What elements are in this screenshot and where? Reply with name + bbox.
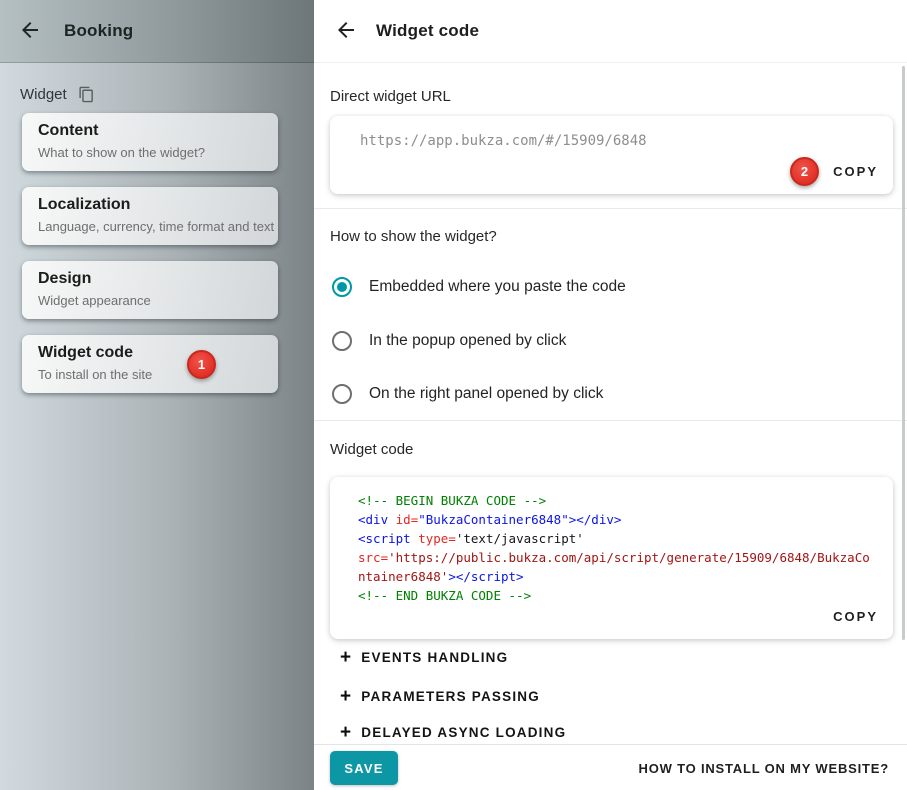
widget-settings-screen: Booking Widget Content What to show on t… bbox=[0, 0, 907, 790]
card-subtitle: Language, currency, time format and text bbox=[38, 219, 274, 234]
plus-icon: + bbox=[340, 690, 352, 704]
code-token: ></div> bbox=[569, 512, 622, 527]
code-line: <!-- BEGIN BUKZA CODE --> bbox=[358, 491, 881, 510]
save-button[interactable]: SAVE bbox=[330, 751, 398, 785]
radio-label: Embedded where you paste the code bbox=[369, 278, 626, 296]
widget-code-panel: Widget code Direct widget URL https://ap… bbox=[314, 0, 907, 790]
code-token: 'https://public.bukza.com/api/script/gen… bbox=[388, 550, 870, 565]
copy-icon[interactable] bbox=[78, 86, 95, 103]
section-divider bbox=[314, 420, 907, 421]
code-token: "BukzaContainer6848" bbox=[418, 512, 569, 527]
accordion-label: PARAMETERS PASSING bbox=[361, 689, 540, 704]
step-badge-2: 2 bbox=[790, 157, 819, 186]
copy-code-button[interactable]: COPY bbox=[833, 609, 878, 624]
code-line: src='https://public.bukza.com/api/script… bbox=[358, 548, 881, 567]
panel-back-button[interactable] bbox=[332, 17, 360, 45]
code-token: ></script> bbox=[448, 569, 523, 584]
panel-title: Widget code bbox=[376, 0, 479, 62]
card-title: Content bbox=[38, 122, 98, 140]
card-title: Localization bbox=[38, 196, 130, 214]
code-line: ntainer6848'></script> bbox=[358, 567, 881, 586]
arrow-back-icon bbox=[18, 18, 42, 45]
direct-url-card: https://app.bukza.com/#/15909/6848 2 COP… bbox=[330, 116, 893, 194]
code-token: ntainer6848' bbox=[358, 569, 448, 584]
sidebar-item-localization[interactable]: Localization Language, currency, time fo… bbox=[22, 187, 278, 245]
back-button[interactable] bbox=[16, 17, 44, 45]
plus-icon: + bbox=[340, 651, 352, 665]
code-line: <script type='text/javascript' bbox=[358, 529, 881, 548]
sidebar-item-widget-code[interactable]: Widget code To install on the site 1 bbox=[22, 335, 278, 393]
plus-icon: + bbox=[340, 726, 352, 740]
card-subtitle: To install on the site bbox=[38, 367, 152, 382]
card-title: Widget code bbox=[38, 344, 133, 362]
accordion-events-handling[interactable]: + EVENTS HANDLING bbox=[340, 650, 508, 665]
widget-code-card: <!-- BEGIN BUKZA CODE --> <div id="Bukza… bbox=[330, 477, 893, 639]
sidebar-title: Booking bbox=[64, 0, 133, 62]
sidebar-item-design[interactable]: Design Widget appearance bbox=[22, 261, 278, 319]
radio-unselected-icon[interactable] bbox=[332, 384, 352, 404]
card-subtitle: What to show on the widget? bbox=[38, 145, 205, 160]
radio-unselected-icon[interactable] bbox=[332, 331, 352, 351]
accordion-label: DELAYED ASYNC LOADING bbox=[361, 725, 566, 740]
code-token: <!-- BEGIN BUKZA CODE --> bbox=[358, 493, 546, 508]
radio-label: On the right panel opened by click bbox=[369, 385, 603, 403]
copy-url-button[interactable]: COPY bbox=[833, 164, 878, 179]
accordion-delayed-async-loading[interactable]: + DELAYED ASYNC LOADING bbox=[340, 725, 566, 740]
radio-option-embedded[interactable]: Embedded where you paste the code bbox=[332, 277, 626, 297]
code-block: <!-- BEGIN BUKZA CODE --> <div id="Bukza… bbox=[358, 491, 881, 605]
sidebar-header: Booking bbox=[0, 0, 314, 63]
code-token: <script bbox=[358, 531, 418, 546]
radio-option-popup[interactable]: In the popup opened by click bbox=[332, 331, 566, 351]
radio-label: In the popup opened by click bbox=[369, 332, 566, 350]
card-title: Design bbox=[38, 270, 91, 288]
direct-url-value: https://app.bukza.com/#/15909/6848 bbox=[360, 133, 647, 149]
widget-section-row: Widget bbox=[20, 86, 95, 103]
sidebar: Booking Widget Content What to show on t… bbox=[0, 0, 314, 790]
direct-url-label: Direct widget URL bbox=[330, 88, 451, 105]
panel-footer: SAVE HOW TO INSTALL ON MY WEBSITE? bbox=[314, 744, 907, 790]
arrow-back-icon bbox=[334, 18, 358, 45]
radio-selected-icon[interactable] bbox=[332, 277, 352, 297]
accordion-parameters-passing[interactable]: + PARAMETERS PASSING bbox=[340, 689, 540, 704]
code-token: <!-- END BUKZA CODE --> bbox=[358, 588, 531, 603]
code-token: 'text/javascript' bbox=[456, 531, 584, 546]
section-divider bbox=[314, 208, 907, 209]
widget-code-label: Widget code bbox=[330, 441, 413, 458]
display-mode-label: How to show the widget? bbox=[330, 228, 497, 245]
card-subtitle: Widget appearance bbox=[38, 293, 151, 308]
how-to-install-link[interactable]: HOW TO INSTALL ON MY WEBSITE? bbox=[639, 745, 889, 790]
widget-section-label: Widget bbox=[20, 86, 67, 103]
code-token: type= bbox=[418, 531, 456, 546]
code-token: src= bbox=[358, 550, 388, 565]
code-line: <div id="BukzaContainer6848"></div> bbox=[358, 510, 881, 529]
code-token: id= bbox=[396, 512, 419, 527]
scrollbar[interactable] bbox=[902, 66, 905, 640]
code-line: <!-- END BUKZA CODE --> bbox=[358, 586, 881, 605]
sidebar-item-content[interactable]: Content What to show on the widget? bbox=[22, 113, 278, 171]
panel-header: Widget code bbox=[314, 0, 907, 63]
code-token: <div bbox=[358, 512, 396, 527]
radio-option-right-panel[interactable]: On the right panel opened by click bbox=[332, 384, 603, 404]
accordion-label: EVENTS HANDLING bbox=[361, 650, 508, 665]
step-badge-1: 1 bbox=[187, 350, 216, 379]
